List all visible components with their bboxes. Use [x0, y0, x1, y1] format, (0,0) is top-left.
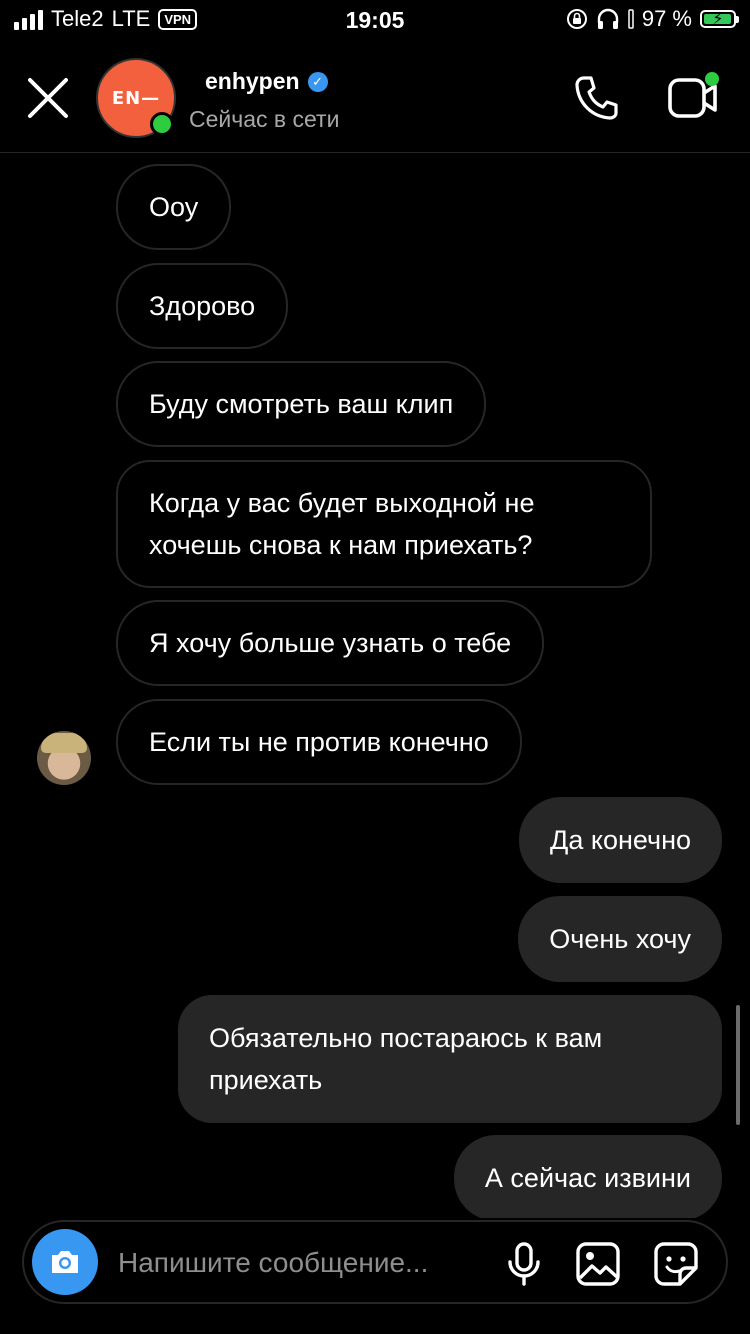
call-button[interactable]	[570, 72, 622, 124]
message-bubble-incoming[interactable]: Здорово	[116, 263, 289, 349]
sticker-button[interactable]	[652, 1240, 700, 1288]
battery-percent: 97 %	[641, 6, 692, 31]
message-text: Да конечно	[550, 825, 691, 855]
battery-icon: ⚡	[700, 10, 739, 28]
gallery-icon	[576, 1242, 620, 1286]
message-bubble-outgoing[interactable]: Да конечно	[519, 797, 722, 883]
message-thread[interactable]: Ооу Здорово Буду смотреть ваш клип Когда…	[0, 153, 750, 1218]
verified-badge-icon: ✓	[307, 71, 328, 92]
sticker-icon	[654, 1242, 698, 1286]
contact-status: Сейчас в сети	[189, 106, 340, 132]
message-input[interactable]	[116, 1232, 490, 1294]
microphone-button[interactable]	[500, 1240, 548, 1288]
message-bubble-incoming[interactable]: Когда у вас будет выходной не хочешь сно…	[116, 460, 652, 588]
scrollbar[interactable]	[736, 1005, 740, 1125]
video-call-button[interactable]	[665, 72, 721, 124]
message-bubble-incoming[interactable]: Если ты не против конечно	[116, 699, 522, 785]
orientation-lock-icon	[566, 9, 587, 29]
message-text: Ооу	[149, 192, 199, 222]
message-text: А сейчас извини	[484, 1163, 691, 1193]
message-text: Здорово	[149, 291, 256, 321]
message-bubble-outgoing[interactable]: Обязательно постараюсь к вам приехать	[178, 995, 722, 1123]
microphone-icon	[508, 1242, 540, 1286]
online-indicator	[150, 112, 174, 136]
headphones-icon	[597, 8, 619, 29]
camera-button[interactable]	[32, 1229, 98, 1295]
alarm-indicator-icon	[628, 9, 634, 29]
status-right: 97 % ⚡	[566, 6, 739, 32]
message-text: Обязательно постараюсь к вам приехать	[209, 1023, 603, 1095]
message-text: Когда у вас будет выходной не хочешь сно…	[149, 488, 535, 560]
contact-name-row[interactable]: enhypen ✓	[205, 68, 328, 95]
message-bubble-incoming[interactable]: Ооу	[116, 164, 232, 250]
contact-avatar[interactable]: EN—	[96, 58, 176, 138]
sender-avatar[interactable]	[37, 731, 91, 785]
close-button[interactable]	[22, 72, 74, 124]
status-bar: Tele2 LTE VPN 19:05 97 % ⚡	[0, 0, 750, 44]
phone-icon	[575, 76, 618, 120]
contact-name: enhypen	[205, 68, 300, 94]
message-text: Буду смотреть ваш клип	[149, 389, 454, 419]
video-active-dot	[705, 72, 719, 86]
message-text: Я хочу больше узнать о тебе	[149, 628, 512, 658]
message-text: Очень хочу	[549, 924, 691, 954]
message-bubble-outgoing[interactable]: Очень хочу	[518, 896, 722, 982]
avatar-logo: EN—	[111, 87, 161, 109]
message-text: Если ты не против конечно	[149, 727, 489, 757]
message-bubble-outgoing[interactable]: А сейчас извини	[453, 1135, 722, 1218]
gallery-button[interactable]	[574, 1240, 622, 1288]
message-bubble-incoming[interactable]: Буду смотреть ваш клип	[116, 361, 487, 447]
chat-header: EN— enhypen ✓ Сейчас в сети	[0, 44, 750, 153]
message-composer	[22, 1220, 728, 1304]
close-icon	[28, 78, 68, 118]
message-bubble-incoming[interactable]: Я хочу больше узнать о тебе	[116, 600, 545, 686]
camera-icon	[52, 1251, 78, 1273]
